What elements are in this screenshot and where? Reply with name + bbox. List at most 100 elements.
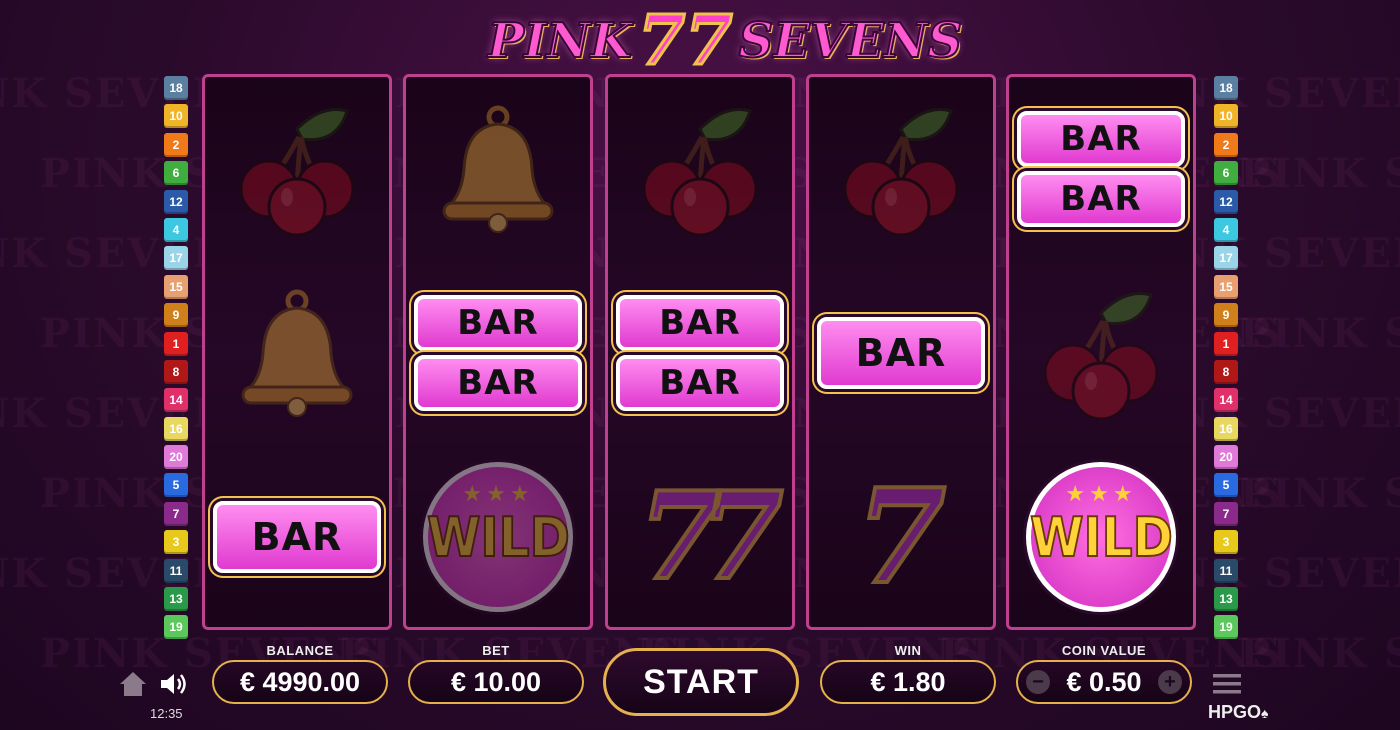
payline-left-19: 19 [164,615,188,640]
watermark-text: PINK SEVENS [1240,310,1400,357]
bar-label: BAR [1017,171,1185,227]
reel-3: BAR BAR 77 [605,74,795,630]
cherry-icon [642,108,758,237]
seven-label: 7 [854,460,948,613]
brand-logo: HPGO♠ [1208,702,1269,722]
symbol-bell [205,261,389,445]
symbol-double-bar: BAR BAR [1009,77,1193,261]
symbol-bar: BAR [205,445,389,629]
symbol-bell [406,77,590,261]
symbol-cherry [809,77,993,261]
coin-plus-button[interactable]: + [1157,670,1182,694]
payline-right-18: 18 [1214,76,1238,100]
logo-sevens: 77 [636,0,734,83]
bar-label: BAR [414,355,582,411]
payline-right-15: 15 [1214,274,1238,299]
watermark-text: PINK SEVENS [1240,630,1400,677]
bet-selector[interactable]: € 10.00 [408,660,584,704]
payline-left-13: 13 [164,587,188,612]
payline-left-17: 17 [164,246,188,271]
payline-right-2: 2 [1214,132,1238,157]
payline-right-20: 20 [1214,445,1238,470]
reel-2: BAR BAR ★★★ WILD [403,74,593,630]
game-logo: PINK 77 SEVENS [440,0,1010,83]
payline-left-7: 7 [164,501,188,526]
symbol-cherry [205,77,389,261]
symbol-cherry [1009,261,1193,445]
payline-left-2: 2 [164,132,188,157]
reel-1: BAR [202,74,392,630]
watermark-text: PINK SEVENS [1240,150,1400,197]
symbol-cherry [608,77,792,261]
coin-value-label: COIN VALUE [1061,643,1147,658]
symbol-bar: BAR [809,261,993,445]
double-seven-label: 77 [637,466,786,607]
symbol-wild: ★★★ WILD [406,445,590,629]
star-icons: ★★★ [462,481,534,506]
watermark-text: PINK SEVENS [1240,470,1400,517]
symbol-double-bar: BAR BAR [608,261,792,445]
bell-icon [442,105,554,233]
payline-left-11: 11 [164,558,188,583]
bar-label: BAR [213,501,381,573]
payline-right-13: 13 [1214,587,1238,612]
home-icon[interactable] [118,670,148,703]
payline-right-16: 16 [1214,416,1238,441]
start-button[interactable]: START [603,648,799,716]
payline-left-3: 3 [164,530,188,555]
payline-right-14: 14 [1214,388,1238,413]
payline-left-15: 15 [164,274,188,299]
payline-right-7: 7 [1214,501,1238,526]
payline-right-19: 19 [1214,615,1238,640]
coin-value: € 0.50 [1066,666,1142,697]
menu-icon[interactable] [1212,672,1242,701]
sound-icon[interactable] [158,670,190,703]
balance-display: € 4990.00 [212,660,388,704]
symbol-double-bar: BAR BAR [406,261,590,445]
bet-label: BET [482,643,510,658]
payline-right-9: 9 [1214,303,1238,328]
payline-left-9: 9 [164,303,188,328]
bell-icon [241,289,353,417]
clock: 12:35 [150,706,183,721]
balance-label: BALANCE [266,643,334,658]
payline-right-10: 10 [1214,104,1238,129]
win-display: € 1.80 [820,660,996,704]
logo-word-sevens: SEVENS [738,12,964,70]
reel-5: BAR BAR ★★★ WILD [1006,74,1196,630]
payline-left-18: 18 [164,76,188,100]
bar-label: BAR [414,295,582,351]
reel-4: BAR 7 [806,74,996,630]
coin-minus-button[interactable]: − [1026,670,1050,694]
bar-label: BAR [817,317,985,389]
payline-indicators-right: 18 10 2 6 12 4 17 15 9 1 8 14 16 20 5 7 3 11 13 19 [1214,76,1238,640]
payline-right-12: 12 [1214,189,1238,214]
start-label: START [643,662,759,701]
payline-left-5: 5 [164,473,188,498]
payline-right-11: 11 [1214,558,1238,583]
payline-right-4: 4 [1214,217,1238,242]
logo-word-pink: PINK [487,12,633,70]
win-value: € 1.80 [870,666,946,697]
payline-left-12: 12 [164,189,188,214]
payline-left-20: 20 [164,445,188,470]
cherry-icon [843,108,959,237]
payline-right-5: 5 [1214,473,1238,498]
bar-label: BAR [1017,111,1185,167]
bar-label: BAR [616,295,784,351]
payline-left-6: 6 [164,161,188,186]
payline-indicators-left: 18 10 2 6 12 4 17 15 9 1 8 14 16 20 5 7 3 11 13 19 [164,76,188,640]
payline-left-10: 10 [164,104,188,129]
wild-label: WILD [1029,505,1174,570]
wild-label: WILD [426,505,571,570]
symbol-seven: 7 [809,445,993,629]
win-label: WIN [894,643,922,658]
payline-right-6: 6 [1214,161,1238,186]
payline-left-4: 4 [164,217,188,242]
payline-right-1: 1 [1214,331,1238,356]
symbol-wild: ★★★ WILD [1009,445,1193,629]
payline-left-16: 16 [164,416,188,441]
payline-left-8: 8 [164,359,188,384]
coin-value-control: − € 0.50 + [1016,660,1192,704]
bar-label: BAR [616,355,784,411]
